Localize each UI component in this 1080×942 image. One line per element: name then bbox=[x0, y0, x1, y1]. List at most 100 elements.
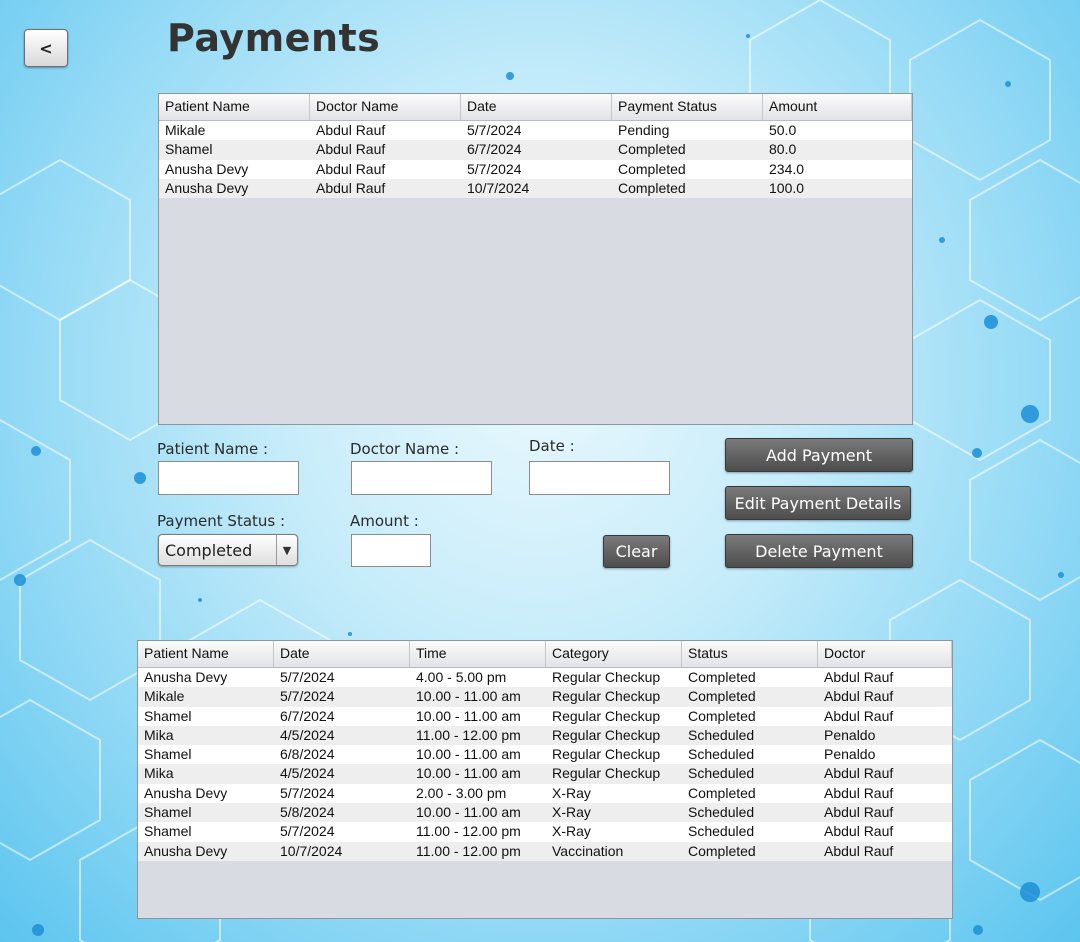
table-cell: Completed bbox=[618, 160, 686, 177]
add-payment-button[interactable]: Add Payment bbox=[725, 438, 913, 472]
column-header[interactable]: Payment Status bbox=[612, 94, 763, 120]
table-row[interactable]: Shamel 6/7/2024 10.00 - 11.00 am Regular Ch… bbox=[138, 706, 952, 726]
table-cell: Shamel bbox=[165, 141, 213, 158]
column-header[interactable]: Time bbox=[410, 641, 546, 667]
table-cell: Shamel bbox=[144, 804, 192, 821]
table-cell: 10/7/2024 bbox=[467, 179, 530, 196]
table-header: Patient Name Date Time Category Status Doctor bbox=[138, 641, 952, 668]
table-cell: Shamel bbox=[144, 823, 192, 840]
table-cell: Shamel bbox=[144, 746, 192, 763]
table-cell: 6/7/2024 bbox=[467, 141, 522, 158]
amount-label: Amount : bbox=[350, 512, 419, 530]
table-cell: 11.00 - 12.00 pm bbox=[416, 842, 521, 859]
table-cell: Abdul Rauf bbox=[316, 141, 386, 158]
table-cell: 11.00 - 12.00 pm bbox=[416, 726, 521, 743]
table-cell: Scheduled bbox=[688, 823, 755, 840]
table-cell: 10.00 - 11.00 am bbox=[416, 688, 521, 705]
table-cell: 80.0 bbox=[769, 141, 797, 158]
table-cell: Anusha Devy bbox=[144, 842, 228, 859]
table-cell: Completed bbox=[688, 842, 756, 859]
table-cell: 6/7/2024 bbox=[280, 707, 335, 724]
back-button[interactable]: < bbox=[24, 29, 68, 67]
table-cell: Pending bbox=[618, 122, 670, 138]
table-row[interactable]: Mika 4/5/2024 11.00 - 12.00 pm Regular Chec… bbox=[138, 725, 952, 746]
table-cell: Penaldo bbox=[824, 746, 876, 763]
table-cell: Abdul Rauf bbox=[316, 122, 386, 138]
column-header[interactable]: Date bbox=[461, 94, 612, 120]
table-cell: Regular Checkup bbox=[552, 746, 661, 763]
table-cell: 10.00 - 11.00 am bbox=[416, 707, 521, 724]
table-cell: X-Ray bbox=[552, 823, 591, 840]
column-header[interactable]: Doctor Name bbox=[310, 94, 461, 120]
table-cell: Anusha Devy bbox=[165, 179, 249, 196]
table-cell: Abdul Rauf bbox=[824, 784, 894, 801]
column-header[interactable]: Status bbox=[682, 641, 818, 667]
chevron-down-icon[interactable]: ▼ bbox=[276, 535, 297, 565]
payments-table[interactable]: Patient Name Doctor Name Date Payment Statu… bbox=[158, 93, 913, 425]
table-row[interactable]: Mikale 5/7/2024 10.00 - 11.00 am Regular Ch… bbox=[138, 687, 952, 707]
table-row[interactable]: Anusha Devy Abdul Rauf 5/7/2024 Completed 23… bbox=[159, 159, 912, 179]
column-header[interactable]: Doctor bbox=[818, 641, 952, 667]
table-cell: Vaccination bbox=[552, 842, 624, 859]
table-cell: Abdul Rauf bbox=[824, 804, 894, 821]
column-header[interactable]: Category bbox=[546, 641, 682, 667]
column-header[interactable]: Patient Name bbox=[138, 641, 274, 667]
table-cell: Scheduled bbox=[688, 726, 755, 743]
amount-field[interactable] bbox=[351, 534, 431, 567]
table-cell: 4.00 - 5.00 pm bbox=[416, 669, 507, 685]
appointments-table[interactable]: Patient Name Date Time Category Status Doctor… bbox=[137, 640, 953, 919]
table-cell: 5/7/2024 bbox=[280, 669, 335, 685]
table-row[interactable]: Shamel 6/8/2024 10.00 - 11.00 am Regular Ch… bbox=[138, 745, 952, 765]
table-cell: Abdul Rauf bbox=[316, 160, 386, 177]
table-cell: Completed bbox=[688, 688, 756, 705]
table-cell: Regular Checkup bbox=[552, 726, 661, 743]
edit-payment-details-button[interactable]: Edit Payment Details bbox=[725, 486, 911, 520]
table-row[interactable]: Mika 4/5/2024 10.00 - 11.00 am Regular Chec… bbox=[138, 764, 952, 784]
patient-name-label: Patient Name : bbox=[157, 440, 269, 458]
table-cell: 10/7/2024 bbox=[280, 842, 343, 859]
table-cell: 50.0 bbox=[769, 122, 797, 138]
table-row[interactable]: Anusha Devy 5/7/2024 4.00 - 5.00 pm Regular… bbox=[138, 668, 952, 688]
table-cell: 100.0 bbox=[769, 179, 805, 196]
table-cell: Anusha Devy bbox=[144, 784, 228, 801]
clear-button[interactable]: Clear bbox=[603, 535, 670, 568]
date-field[interactable] bbox=[529, 461, 670, 495]
table-row[interactable]: Shamel Abdul Rauf 6/7/2024 Completed 80.0 bbox=[159, 140, 912, 160]
payment-status-select[interactable]: Completed ▼ bbox=[158, 534, 298, 566]
doctor-name-label: Doctor Name : bbox=[350, 440, 460, 458]
table-cell: Scheduled bbox=[688, 765, 755, 782]
table-cell: Completed bbox=[618, 141, 686, 158]
table-row[interactable]: Shamel 5/8/2024 10.00 - 11.00 am X-Ray Sched… bbox=[138, 803, 952, 823]
column-header[interactable]: Date bbox=[274, 641, 410, 667]
table-cell: Completed bbox=[688, 669, 756, 685]
table-cell: X-Ray bbox=[552, 804, 591, 821]
table-cell: 6/8/2024 bbox=[280, 746, 335, 763]
date-label: Date : bbox=[529, 437, 575, 455]
table-cell: 4/5/2024 bbox=[280, 726, 335, 743]
table-cell: 10.00 - 11.00 am bbox=[416, 765, 521, 782]
table-row[interactable]: Anusha Devy 10/7/2024 11.00 - 12.00 pm Vacc… bbox=[138, 841, 952, 861]
patient-name-field[interactable] bbox=[158, 461, 299, 495]
table-row[interactable]: Anusha Devy 5/7/2024 2.00 - 3.00 pm X-Ray Co… bbox=[138, 783, 952, 804]
table-cell: Shamel bbox=[144, 707, 192, 724]
column-header[interactable]: Patient Name bbox=[159, 94, 310, 120]
table-row[interactable]: Shamel 5/7/2024 11.00 - 12.00 pm X-Ray Sched… bbox=[138, 822, 952, 842]
table-cell: 2.00 - 3.00 pm bbox=[416, 784, 507, 801]
table-row[interactable]: Anusha Devy Abdul Rauf 10/7/2024 Completed 1… bbox=[159, 178, 912, 199]
table-cell: Mika bbox=[144, 765, 174, 782]
table-cell: 5/7/2024 bbox=[280, 823, 335, 840]
doctor-name-field[interactable] bbox=[351, 461, 492, 495]
table-header: Patient Name Doctor Name Date Payment Statu… bbox=[159, 94, 912, 121]
table-cell: 10.00 - 11.00 am bbox=[416, 804, 521, 821]
table-cell: Mika bbox=[144, 726, 174, 743]
table-cell: Penaldo bbox=[824, 726, 876, 743]
table-cell: Regular Checkup bbox=[552, 688, 661, 705]
table-cell: Completed bbox=[688, 707, 756, 724]
table-cell: X-Ray bbox=[552, 784, 591, 801]
page-title: Payments bbox=[167, 16, 381, 60]
payment-status-value: Completed bbox=[165, 541, 253, 560]
column-header[interactable]: Amount bbox=[763, 94, 912, 120]
delete-payment-button[interactable]: Delete Payment bbox=[725, 534, 913, 568]
table-row[interactable]: Mikale Abdul Rauf 5/7/2024 Pending 50.0 bbox=[159, 121, 912, 141]
table-cell: 4/5/2024 bbox=[280, 765, 335, 782]
